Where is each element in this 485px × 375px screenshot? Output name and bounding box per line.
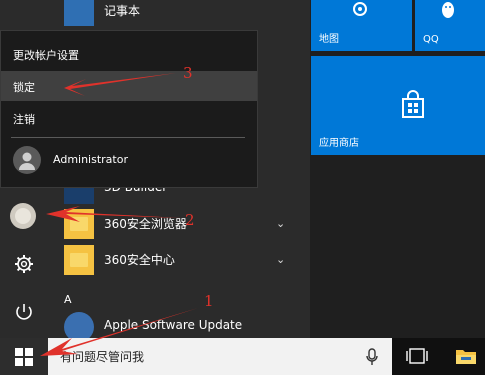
- menu-divider: [11, 137, 245, 138]
- annotation-number-3: 3: [183, 64, 193, 82]
- tile-label: 地图: [319, 34, 339, 45]
- gear-icon: [15, 255, 33, 273]
- store-bag-icon: [402, 90, 424, 118]
- account-context-menu: 更改帐户设置 锁定 注销 Administrator: [0, 30, 258, 188]
- tile-label: 应用商店: [319, 138, 359, 149]
- file-explorer-icon[interactable]: [455, 347, 477, 365]
- microphone-icon[interactable]: [366, 348, 378, 366]
- task-view-icon[interactable]: [406, 347, 428, 365]
- app-item-360-center[interactable]: 360安全中心: [62, 243, 302, 277]
- app-label: 360安全浏览器: [104, 217, 187, 231]
- user-name: Administrator: [53, 153, 128, 166]
- search-box[interactable]: 有问题尽管问我: [48, 338, 392, 375]
- menu-item-label: 更改帐户设置: [13, 49, 79, 62]
- annotation-number-2: 2: [185, 211, 195, 229]
- lock-item[interactable]: 锁定: [1, 71, 257, 101]
- app-label: 360安全中心: [104, 253, 175, 267]
- tile-maps[interactable]: 地图: [311, 0, 412, 51]
- notepad-icon: [64, 0, 94, 26]
- chevron-down-icon[interactable]: ⌄: [276, 217, 285, 230]
- app-label: 记事本: [104, 4, 141, 18]
- tile-qq[interactable]: QQ: [415, 0, 485, 51]
- change-account-settings-item[interactable]: 更改帐户设置: [1, 39, 257, 69]
- app-item-notepad[interactable]: 记事本: [62, 0, 302, 28]
- app-item-360-browser[interactable]: 360安全浏览器: [62, 207, 302, 241]
- start-button[interactable]: [0, 338, 48, 375]
- app-label: Apple Software Update: [104, 318, 243, 332]
- user-avatar-button[interactable]: [10, 203, 36, 229]
- section-letter[interactable]: A: [64, 293, 72, 306]
- chevron-down-icon[interactable]: ⌄: [276, 253, 285, 266]
- folder-icon: [64, 245, 94, 275]
- menu-item-label: 锁定: [13, 81, 35, 94]
- qq-penguin-icon: [442, 2, 454, 18]
- switch-user-item[interactable]: Administrator: [1, 144, 257, 176]
- map-pin-icon: [353, 2, 367, 16]
- search-placeholder: 有问题尽管问我: [60, 350, 145, 364]
- power-icon: [16, 304, 32, 320]
- annotation-number-1: 1: [204, 292, 214, 310]
- power-button[interactable]: [12, 300, 36, 324]
- user-avatar-icon: [13, 146, 41, 174]
- tile-store[interactable]: 应用商店: [311, 56, 485, 155]
- menu-item-label: 注销: [13, 113, 35, 126]
- folder-icon: [64, 209, 94, 239]
- sign-out-item[interactable]: 注销: [1, 103, 257, 133]
- windows-logo-icon: [15, 348, 33, 366]
- settings-gear-button[interactable]: [12, 252, 36, 276]
- tile-label: QQ: [423, 34, 439, 45]
- avatar-image-icon: [15, 208, 31, 224]
